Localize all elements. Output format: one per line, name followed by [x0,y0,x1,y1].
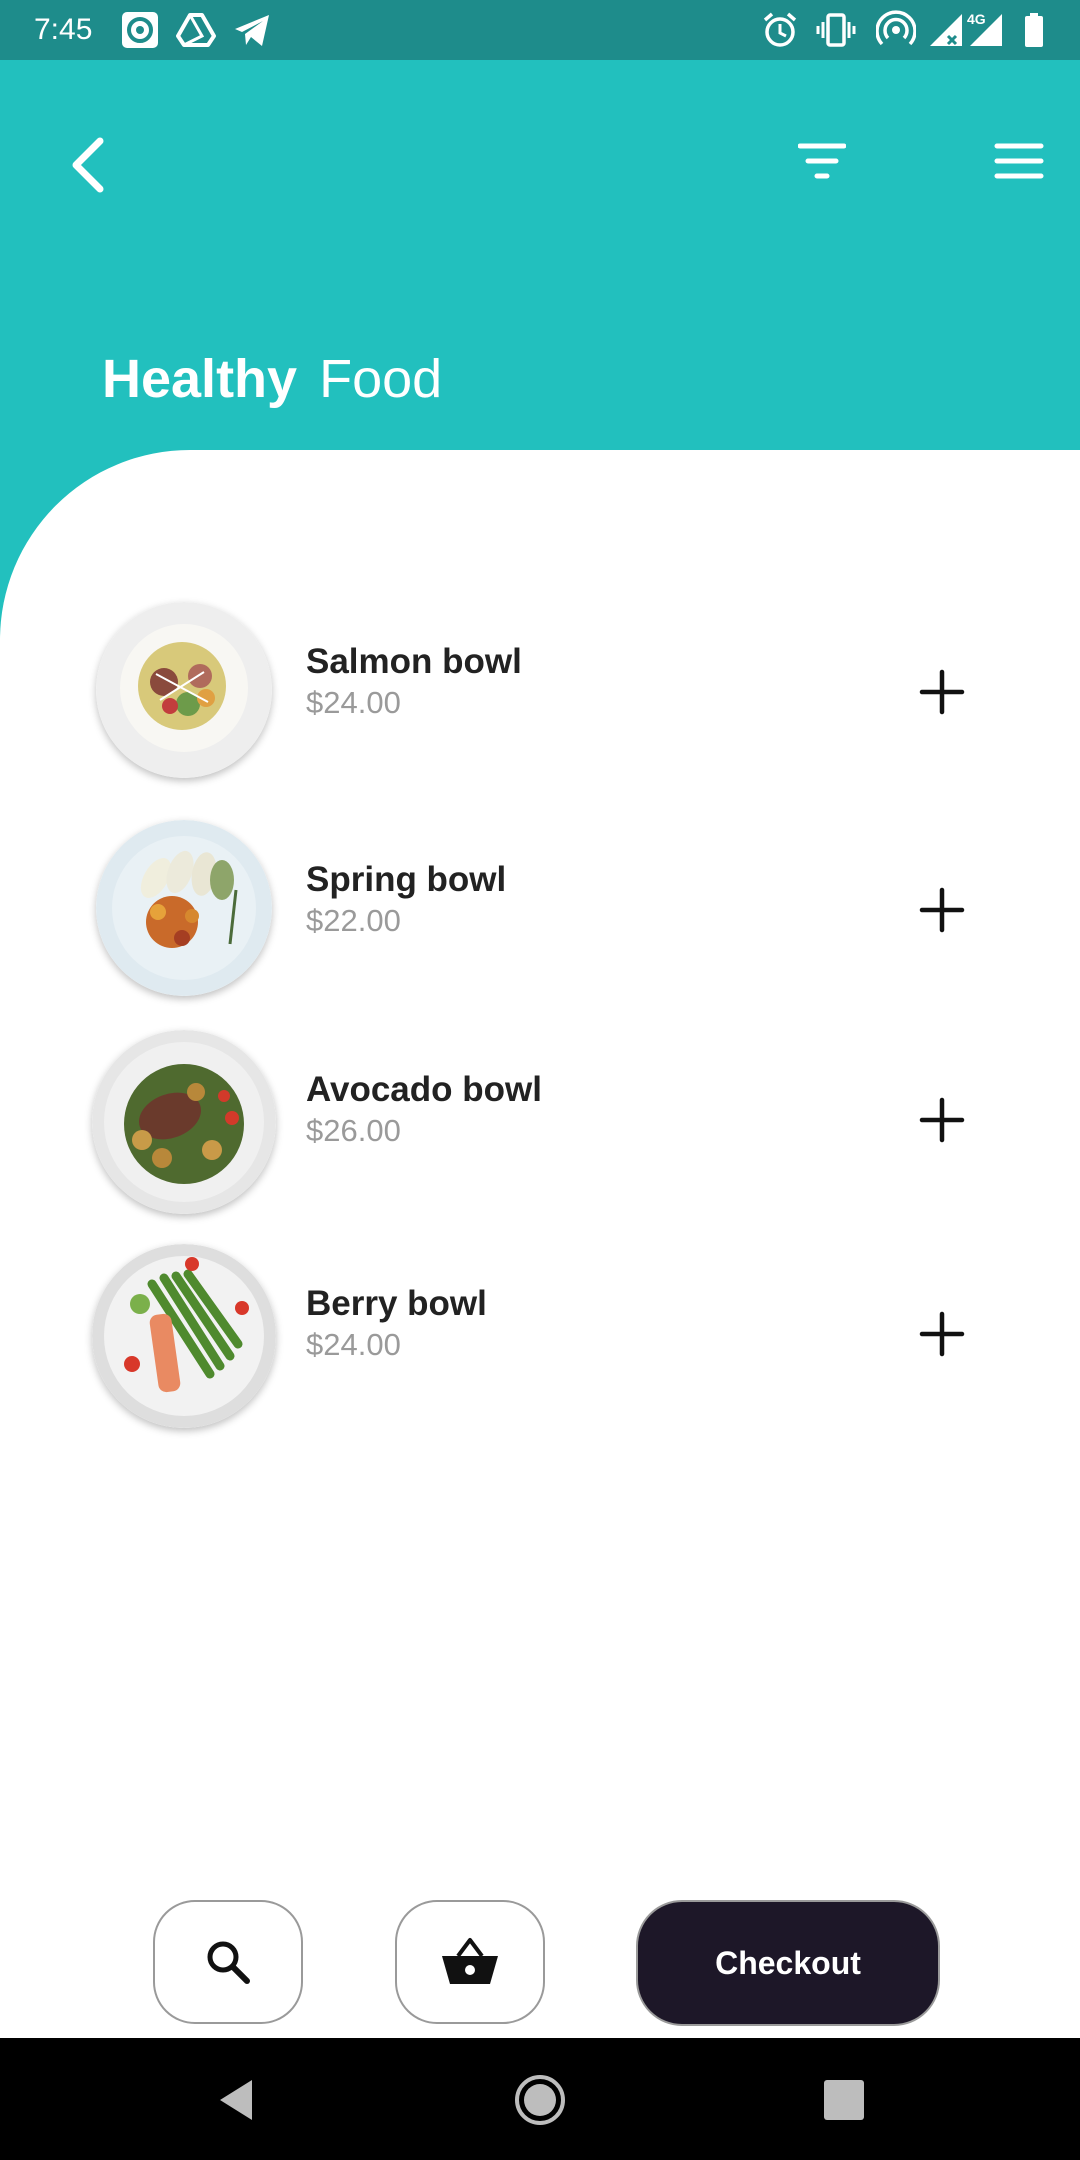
basket-icon [442,1938,498,1984]
item-price: $26.00 [306,1113,401,1148]
status-time: 7:45 [34,13,93,46]
system-nav-bar [0,2038,1080,2160]
plus-icon[interactable] [912,1090,972,1150]
status-bar: 7:45 4G [0,0,1080,60]
list-item[interactable]: Salmon bowl $24.00 [0,602,1080,792]
recents-nav-icon[interactable] [820,2076,868,2124]
food-image [96,602,272,778]
food-image [92,1030,276,1214]
list-item[interactable]: Berry bowl $24.00 [0,1244,1080,1434]
list-item[interactable]: Spring bowl $22.00 [0,820,1080,1010]
filter-icon[interactable] [798,140,846,184]
back-nav-icon[interactable] [214,2076,262,2124]
item-price: $24.00 [306,1327,401,1362]
page-title: Healthy Food [102,348,442,410]
search-button[interactable] [153,1900,303,2024]
telegram-icon [235,15,269,46]
item-name: Salmon bowl [306,642,522,681]
plus-icon[interactable] [912,880,972,940]
header: Healthy Food [0,60,1080,450]
plus-icon[interactable] [912,662,972,722]
bottom-action-bar: Checkout [0,1900,1080,2030]
food-image [96,820,272,996]
chevron-left-icon[interactable] [66,135,110,195]
basket-button[interactable] [395,1900,545,2024]
drive-icon [176,13,216,47]
food-list-panel: Salmon bowl $24.00 Spring bowl $22.00 Av… [0,450,1080,2038]
food-image [92,1244,276,1428]
title-light: Food [319,349,443,409]
network-label: 4G [967,11,986,27]
list-item[interactable]: Avocado bowl $26.00 [0,1030,1080,1220]
item-name: Avocado bowl [306,1070,542,1109]
title-bold: Healthy [102,349,298,409]
hotspot-icon [876,10,916,46]
vibrate-icon [816,13,856,47]
alarm-icon [763,12,797,47]
checkout-button[interactable]: Checkout [636,1900,940,2026]
item-name: Berry bowl [306,1284,487,1323]
search-icon [207,1941,250,1984]
signal-icon [930,14,962,46]
home-nav-icon[interactable] [514,2074,566,2126]
battery-icon [1025,13,1043,47]
item-price: $22.00 [306,903,401,938]
radio-app-icon [122,12,158,48]
item-price: $24.00 [306,685,401,720]
plus-icon[interactable] [912,1304,972,1364]
item-name: Spring bowl [306,860,507,899]
hamburger-menu-icon[interactable] [994,140,1044,184]
